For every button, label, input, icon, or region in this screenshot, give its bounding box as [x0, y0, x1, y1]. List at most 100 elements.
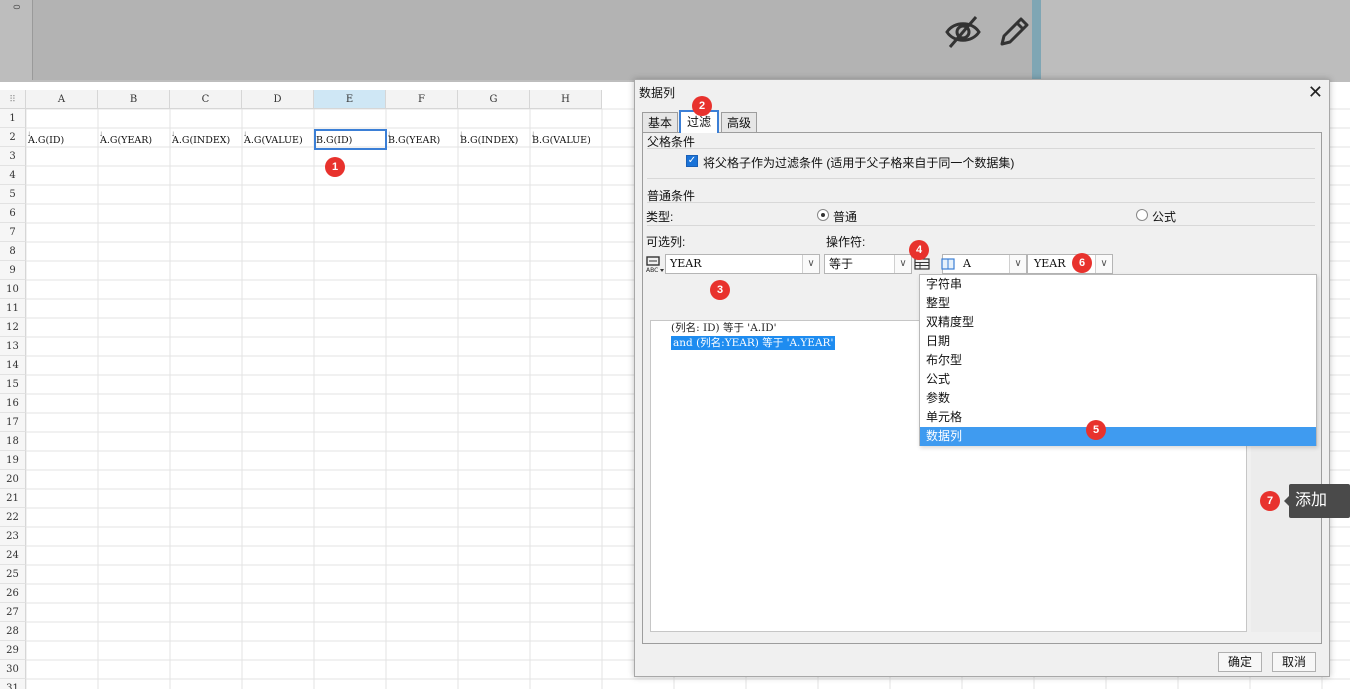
svg-text:ABC: ABC — [646, 267, 658, 273]
cancel-button[interactable]: 取消 — [1272, 652, 1316, 672]
row-header[interactable]: 12 — [0, 318, 26, 337]
eye-slash-icon[interactable] — [944, 14, 982, 50]
dropdown-option[interactable]: 日期 — [920, 332, 1316, 351]
row-header[interactable]: 1 — [0, 109, 26, 128]
divider — [647, 148, 1315, 149]
dropdown-option[interactable]: 参数 — [920, 389, 1316, 408]
type-normal-label: 普通 — [833, 210, 858, 224]
row-header[interactable]: 9 — [0, 261, 26, 280]
row-header[interactable]: 14 — [0, 356, 26, 375]
cell[interactable]: B.G(INDEX) — [458, 130, 530, 149]
value-type-select-value: A — [963, 257, 971, 270]
row-header[interactable]: 30 — [0, 660, 26, 679]
close-icon[interactable]: ✕ — [1308, 82, 1323, 102]
column-header-h[interactable]: H — [530, 90, 602, 109]
operator-select[interactable]: 等于 ∨ — [824, 254, 912, 274]
column-header-g[interactable]: G — [458, 90, 530, 109]
dropdown-option[interactable]: 单元格 — [920, 408, 1316, 427]
expand-arrow-icon: ↓ — [27, 129, 31, 138]
dropdown-option[interactable]: 双精度型 — [920, 313, 1316, 332]
column-select[interactable]: YEAR ∨ — [665, 254, 820, 274]
cell[interactable]: A.G(INDEX) — [170, 130, 242, 149]
type-formula-label: 公式 — [1152, 210, 1177, 224]
dropdown-option[interactable]: 布尔型 — [920, 351, 1316, 370]
cell[interactable]: B.G(YEAR) — [386, 130, 458, 149]
cell[interactable]: B.G(VALUE) — [530, 130, 602, 149]
row-header[interactable]: 13 — [0, 337, 26, 356]
column-header-c[interactable]: C — [170, 90, 242, 109]
row-header[interactable]: 3 — [0, 147, 26, 166]
row-header[interactable]: 16 — [0, 394, 26, 413]
row-header[interactable]: 2 — [0, 128, 26, 147]
pencil-icon[interactable] — [996, 14, 1032, 50]
step-badge-6: 6 — [1072, 253, 1092, 273]
row-header[interactable]: 19 — [0, 451, 26, 470]
row-header[interactable]: 8 — [0, 242, 26, 261]
type-label: 类型: — [646, 210, 674, 224]
step-badge-7: 7 — [1260, 491, 1280, 511]
divider — [647, 225, 1315, 226]
row-header[interactable]: 26 — [0, 584, 26, 603]
row-header[interactable]: 28 — [0, 622, 26, 641]
select-all-corner[interactable]: ⠿ — [0, 90, 26, 109]
row-header[interactable]: 23 — [0, 527, 26, 546]
condition-item-selected[interactable]: and (列名:YEAR) 等于 'A.YEAR' — [671, 336, 836, 350]
condition-item[interactable]: (列名: ID) 等于 'A.ID' — [671, 321, 777, 335]
row-header[interactable]: 27 — [0, 603, 26, 622]
value-type-dropdown[interactable]: 字符串 整型 双精度型 日期 布尔型 公式 参数 单元格 数据列 — [919, 274, 1317, 446]
type-normal-radio[interactable] — [817, 209, 829, 221]
cell[interactable]: A.G(ID) — [26, 130, 98, 149]
expand-arrow-icon: ↓ — [387, 129, 391, 138]
row-header[interactable]: 7 — [0, 223, 26, 242]
cell[interactable]: A.G(YEAR) — [98, 130, 170, 149]
row-header[interactable]: 22 — [0, 508, 26, 527]
row-header[interactable]: 29 — [0, 641, 26, 660]
row-header[interactable]: 11 — [0, 299, 26, 318]
step-badge-3: 3 — [710, 280, 730, 300]
chevron-down-icon[interactable]: ∨ — [802, 255, 819, 273]
divider — [647, 178, 1315, 179]
dropdown-option[interactable]: 数据列 — [920, 427, 1316, 446]
row-header[interactable]: 20 — [0, 470, 26, 489]
row-header[interactable]: 24 — [0, 546, 26, 565]
step-badge-2: 2 — [692, 96, 712, 116]
step-badge-5: 5 — [1086, 420, 1106, 440]
cell[interactable]: A.G(VALUE) — [242, 130, 314, 149]
ok-button[interactable]: 确定 — [1218, 652, 1262, 672]
parent-filter-checkbox[interactable]: ✓ — [686, 155, 698, 167]
chevron-down-icon[interactable]: ∨ — [1009, 255, 1026, 273]
row-header[interactable]: 5 — [0, 185, 26, 204]
tab-basic[interactable]: 基本 — [642, 112, 678, 132]
row-header[interactable]: 4 — [0, 166, 26, 185]
dropdown-option[interactable]: 公式 — [920, 370, 1316, 389]
tab-advanced[interactable]: 高级 — [721, 112, 757, 132]
row-header[interactable]: 15 — [0, 375, 26, 394]
chevron-down-icon[interactable]: ∨ — [1095, 255, 1112, 273]
column-header-f[interactable]: F — [386, 90, 458, 109]
type-formula-radio[interactable] — [1136, 209, 1148, 221]
abc-type-icon[interactable]: ABC — [645, 255, 665, 273]
dropdown-option[interactable]: 字符串 — [920, 275, 1316, 294]
value-field-select[interactable]: YEAR ∨ — [1027, 254, 1113, 274]
column-header-e[interactable]: E — [314, 90, 386, 109]
expand-arrow-icon: ↓ — [171, 129, 175, 138]
operator-label: 操作符: — [826, 235, 866, 249]
expand-arrow-icon: ↓ — [243, 129, 247, 138]
preview-scrollbar[interactable] — [1032, 0, 1041, 80]
step-badge-1: 1 — [325, 157, 345, 177]
row-header[interactable]: 17 — [0, 413, 26, 432]
column-header-b[interactable]: B — [98, 90, 170, 109]
row-header[interactable]: 21 — [0, 489, 26, 508]
row-header[interactable]: 10 — [0, 280, 26, 299]
dropdown-option[interactable]: 整型 — [920, 294, 1316, 313]
column-header-a[interactable]: A — [26, 90, 98, 109]
row-header[interactable]: 6 — [0, 204, 26, 223]
ruler-mark: 0 — [11, 4, 22, 10]
row-header[interactable]: 25 — [0, 565, 26, 584]
row-header[interactable]: 31 — [0, 679, 26, 689]
selected-cell-outline — [314, 129, 387, 150]
chevron-down-icon[interactable]: ∨ — [894, 255, 911, 273]
row-header[interactable]: 18 — [0, 432, 26, 451]
divider — [647, 202, 1315, 203]
column-header-d[interactable]: D — [242, 90, 314, 109]
